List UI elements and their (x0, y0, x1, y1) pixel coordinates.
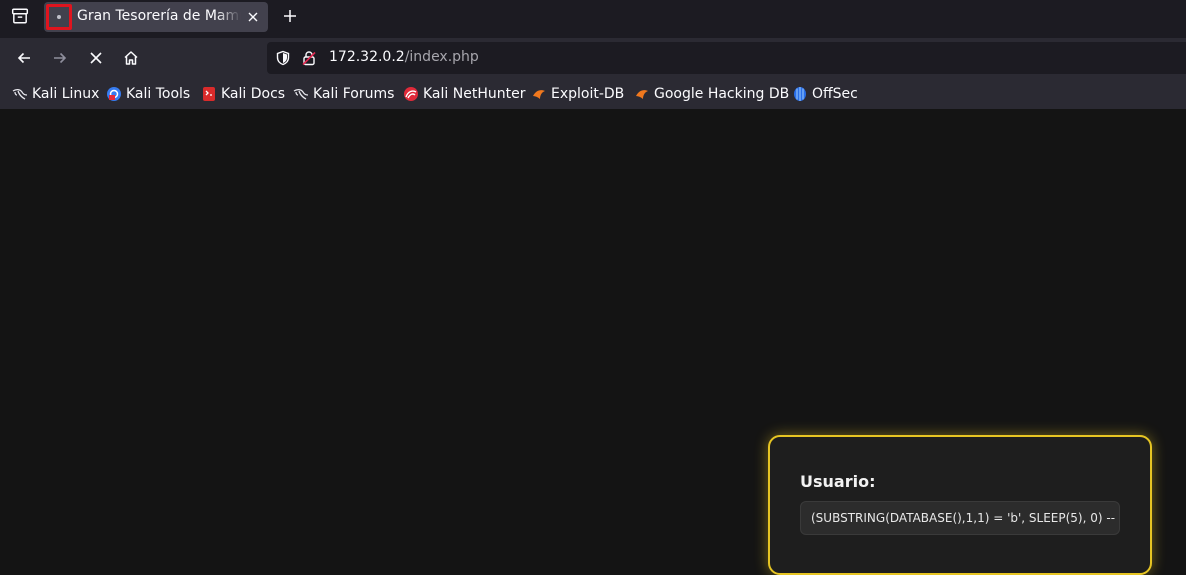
bookmark-offsec[interactable]: OffSec (792, 84, 858, 104)
tab-strip: Gran Tesorería de Mammon (0, 0, 1186, 38)
tab-list-icon (11, 8, 29, 24)
arrow-right-icon (54, 52, 67, 64)
plus-icon (284, 10, 296, 22)
shield-icon[interactable] (275, 50, 291, 66)
bookmark-kali-linux[interactable]: Kali Linux (12, 84, 99, 104)
tab-loading-icon (46, 4, 72, 30)
kali-dragon-icon (293, 88, 309, 100)
home-button[interactable] (119, 46, 143, 70)
url-path: /index.php (404, 49, 479, 65)
url-bar[interactable]: 172.32.0.2/index.php (267, 42, 1186, 74)
stop-loading-button[interactable] (84, 46, 108, 70)
bookmark-label: Exploit-DB (551, 86, 625, 102)
new-tab-button[interactable] (278, 4, 302, 28)
nethunter-icon (404, 87, 418, 101)
page-content: Usuario: (SUBSTRING(DATABASE(),1,1) = 'b… (0, 109, 1186, 575)
kali-tools-icon (107, 87, 121, 101)
home-icon (124, 51, 138, 65)
insecure-lock-icon[interactable] (301, 50, 317, 66)
bookmark-label: Kali Tools (126, 86, 191, 102)
kali-dragon-icon (12, 88, 28, 100)
bookmark-label: Google Hacking DB (654, 86, 790, 102)
bookmark-label: Kali Linux (32, 86, 100, 102)
bookmark-label: Kali NetHunter (423, 86, 526, 102)
bookmark-label: Kali Docs (221, 86, 286, 102)
exploit-db-icon (636, 90, 648, 99)
back-button[interactable] (12, 46, 36, 70)
bookmark-kali-docs[interactable]: Kali Docs (201, 84, 285, 104)
bookmark-kali-tools[interactable]: Kali Tools (106, 84, 190, 104)
arrow-left-icon (17, 52, 30, 64)
username-input[interactable]: (SUBSTRING(DATABASE(),1,1) = 'b', SLEEP(… (800, 501, 1120, 535)
kali-docs-icon (203, 87, 215, 101)
active-tab[interactable]: Gran Tesorería de Mammon (44, 2, 268, 32)
bookmark-kali-forums[interactable]: Kali Forums (293, 84, 394, 104)
forward-button[interactable] (48, 46, 72, 70)
bookmark-google-hacking-db[interactable]: Google Hacking DB (634, 84, 789, 104)
exploit-db-icon (533, 90, 545, 99)
list-all-tabs-button[interactable] (6, 4, 34, 28)
close-icon (248, 12, 258, 22)
url-host: 172.32.0.2 (329, 49, 405, 65)
bookmark-exploit-db[interactable]: Exploit-DB (531, 84, 624, 104)
bookmark-label: OffSec (812, 86, 858, 102)
bookmarks-toolbar: Kali Linux Kali Tools Kali Docs Kali For… (0, 78, 1186, 109)
close-tab-button[interactable] (244, 8, 262, 26)
bookmark-kali-nethunter[interactable]: Kali NetHunter (403, 84, 525, 104)
bookmark-label: Kali Forums (313, 86, 395, 102)
login-card: Usuario: (SUBSTRING(DATABASE(),1,1) = 'b… (768, 435, 1152, 575)
close-icon (90, 52, 102, 64)
url-text[interactable]: 172.32.0.2/index.php (329, 49, 479, 65)
tab-title: Gran Tesorería de Mammon (77, 8, 241, 24)
navigation-toolbar: 172.32.0.2/index.php (0, 38, 1186, 78)
offsec-icon (794, 87, 806, 101)
username-label: Usuario: (800, 472, 876, 491)
